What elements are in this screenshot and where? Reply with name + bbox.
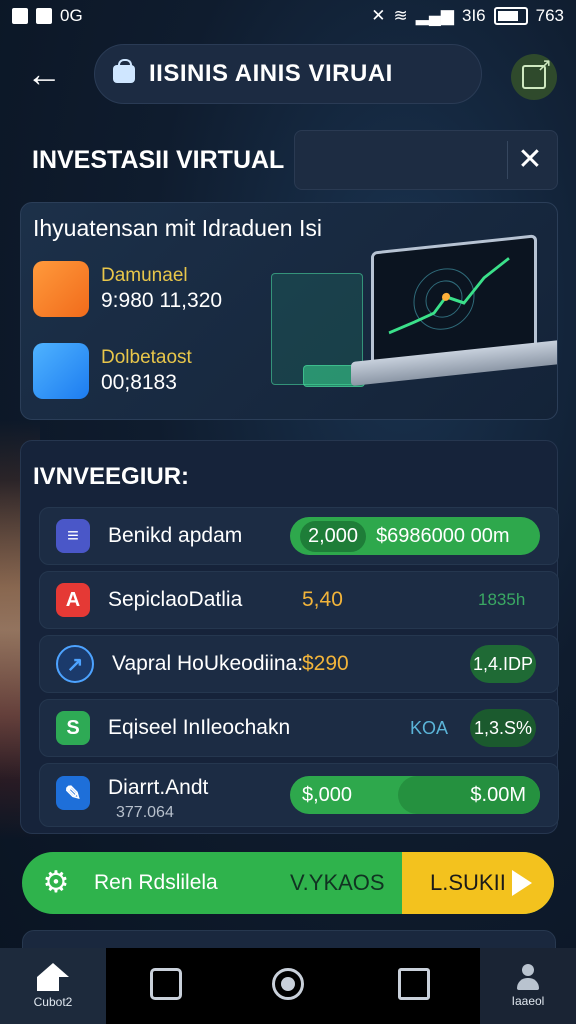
amount: 5,40 [302,588,343,611]
amount: $,000 [302,783,353,806]
title-bar[interactable]: IISINIS AINIS VIRUAI [94,44,482,104]
amount: $290 [302,652,349,675]
list-item[interactable]: ↗ Vapral HoUkeodiina: $290 1,4.IDP [39,635,559,693]
recents-nav-icon[interactable] [398,968,430,1000]
pen-icon: ✎ [56,776,90,810]
laptop-illustration [351,234,557,387]
clock: 763 [535,6,564,25]
amount: KOA [410,717,449,738]
dollar-icon: S [56,711,90,745]
status-right-text: 3I6 [461,6,486,25]
total: $.00M [398,776,540,814]
status-left-text: 0G [60,6,83,25]
wifi-icon: ≋ [393,6,408,25]
action-bar[interactable]: ⚙ Ren Rdslilela V.YKAOS L.SUKII [22,852,554,914]
document-icon [33,343,89,399]
overview-card: Ihyuatensan mit Idraduen Isi Damunael 9:… [20,202,558,420]
nav-profile-label: Iaaeol [511,994,545,1008]
amount-pill: 2,000 $6986000 00m [290,517,540,555]
bottom-nav: Cubot2 Iaaeol [0,948,576,1024]
acrobat-icon: A [56,583,90,617]
light-streak-highlight [0,480,20,780]
nav-home-label: Cubot2 [33,995,73,1009]
stat-label: Dolbetaost [101,347,192,368]
cloud-icon [33,261,89,317]
battery-icon [493,7,528,25]
cta-button[interactable]: L.SUKII [402,852,554,914]
amount: 2,000 [300,520,367,552]
divider [507,141,508,179]
list-item[interactable]: A SepiclaoDatlia 5,40 1835h [39,571,559,629]
investor-name: Diarrt.Andt [108,776,209,799]
list-item[interactable]: ✎ Diarrt.Andt 377.064 $,000 $.00M [39,763,559,827]
investor-name: Eqiseel InIleochakn [108,716,291,739]
action-mid-text: V.YKAOS [290,870,385,895]
rocket-icon: ↗ [56,645,94,683]
section-title: INVESTASII VIRTUAL [32,146,285,174]
notification-icon [12,8,28,24]
investor-name: Benikd apdam [108,524,243,547]
back-arrow-icon[interactable]: ← [22,52,66,96]
stat-value: 00;8183 [101,371,177,394]
cta-label: L.SUKII [430,870,506,895]
total: $6986000 00m [376,524,510,547]
investor-name: SepiclaoDatlia [108,588,243,611]
investor-sub: 377.064 [116,804,174,821]
share-button[interactable] [511,54,557,100]
stat-item[interactable]: Dolbetaost 00;8183 [33,343,192,399]
back-nav-icon[interactable] [150,968,182,1000]
stat-item[interactable]: Damunael 9:980 11,320 [33,261,222,317]
investors-heading: IVNVEEGIUR: [33,463,190,490]
search-input[interactable]: ✕ [294,130,558,190]
nav-profile[interactable]: Iaaeol [480,948,576,1024]
lock-icon [113,59,135,83]
stat-value: 9:980 11,320 [101,289,223,312]
stat-label: Damunael [101,265,188,286]
list-item[interactable]: ≡ Benikd apdam 2,000 $6986000 00m [39,507,559,565]
investor-name: Vapral HoUkeodiina: [112,652,304,675]
app-notification-icon [36,8,52,24]
close-icon[interactable]: ✕ [515,141,545,179]
share-icon [522,55,552,89]
spreadsheet-icon: ≡ [56,519,90,553]
chart-illustration [388,257,510,335]
play-icon [512,870,532,896]
mute-icon: ✕ [371,6,386,25]
total: 1,3.S% [470,709,536,747]
amount-pill: $,000 $.00M [290,776,540,814]
home-nav-icon[interactable] [272,968,304,1000]
status-bar: 0G ✕ ≋ ▂▄▆ 3I6 763 [0,0,576,32]
home-icon [37,963,69,991]
nav-home[interactable]: Cubot2 [0,948,106,1024]
total: 1,4.IDP [470,645,536,683]
overview-heading: Ihyuatensan mit Idraduen Isi [33,215,322,241]
person-icon [515,964,541,990]
gear-icon: ⚙ [42,866,70,899]
investors-card: IVNVEEGIUR: ≡ Benikd apdam 2,000 $698600… [20,440,559,834]
signal-icon: ▂▄▆ [415,6,454,25]
page-title: IISINIS AINIS VIRUAI [149,60,393,87]
total: 1835h [478,590,526,609]
action-label: Ren Rdslilela [94,871,218,894]
list-item[interactable]: S Eqiseel InIleochakn KOA 1,3.S% [39,699,559,757]
